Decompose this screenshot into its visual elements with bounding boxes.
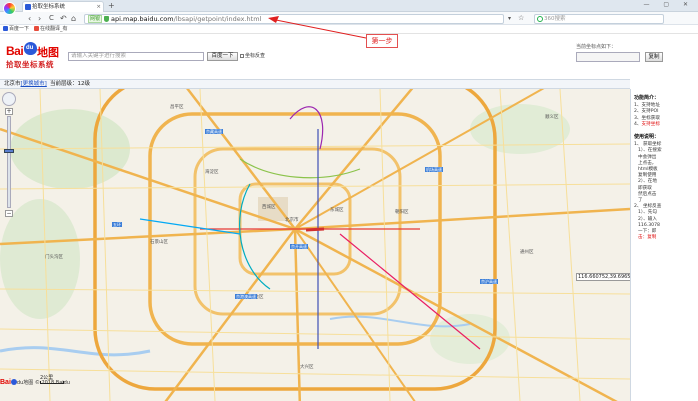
map-info-bar: 北京市[更换城市] 当前层级：12级 xyxy=(0,79,630,89)
instructions-panel: 功能简介： 1、支持地址 2、支持POI 3、坐标获取 4、支持坐标 使用说明：… xyxy=(630,89,698,401)
road-tag: 机场高速 xyxy=(425,167,443,172)
map-logo-map: 地图 xyxy=(23,380,34,386)
copy-button[interactable]: 复制 xyxy=(645,52,663,62)
shield-icon xyxy=(104,16,110,22)
reverse-lookup-label: 坐标反查 xyxy=(245,53,266,59)
feature-title: 功能简介： xyxy=(634,95,660,101)
map-logo-bai: Bai xyxy=(0,379,11,386)
360-search-icon xyxy=(537,16,543,22)
copyright-text: © 2018 Baidu xyxy=(34,380,70,386)
browser-logo-icon[interactable] xyxy=(3,2,16,15)
map-roads xyxy=(0,89,630,401)
undo-close-button[interactable]: ↶ xyxy=(60,13,67,24)
bookmark-item[interactable]: 百度一下 xyxy=(3,25,29,33)
secure-badge: 网银 xyxy=(88,15,103,23)
zoom-out-button[interactable]: − xyxy=(5,210,13,217)
address-bar[interactable]: 网银 api.map.baidu.com/lbsapi/getpoint/inde… xyxy=(84,14,504,24)
switch-city-link[interactable]: [更换城市] xyxy=(21,81,47,87)
zoom-slider-handle[interactable] xyxy=(4,149,14,154)
close-tab-icon[interactable]: × xyxy=(96,2,101,12)
baidu-logo-text[interactable]: Bai xyxy=(6,44,24,58)
translate-bookmark-icon xyxy=(34,26,39,31)
current-coord-label: 当前坐标点如下： xyxy=(576,44,617,50)
page-title: 拾取坐标系统 xyxy=(6,60,54,69)
search-engine-input[interactable]: 360搜索 xyxy=(534,14,664,24)
zoom-control: + − xyxy=(2,92,16,220)
usage-title: 使用说明： xyxy=(634,134,660,141)
search-placeholder: 360搜索 xyxy=(544,16,566,22)
baidu-favicon-icon xyxy=(25,4,31,10)
back-button[interactable]: ‹ xyxy=(28,13,31,24)
bookmark-star-icon[interactable]: ☆ xyxy=(518,13,524,24)
zoom-in-button[interactable]: + xyxy=(5,108,13,115)
bookmark-label: 在线翻译_有 xyxy=(40,26,68,32)
usage-list: 1、 获取坐标 1）、在搜索 中会弹出 上点击， html模板 复制使用 2）、在地 即获取然… xyxy=(634,142,698,241)
usage-item: 击：复制 xyxy=(638,235,657,241)
pan-control[interactable] xyxy=(2,92,16,106)
keyword-search-input[interactable]: 请输入关键字进行搜索 xyxy=(68,52,204,61)
reverse-lookup-checkbox[interactable]: 坐标反查 xyxy=(240,52,265,61)
road-tag: 五环 xyxy=(112,222,122,227)
checkbox-icon xyxy=(240,54,244,58)
cursor-coordinate-readout: 116.660752,39.696552 xyxy=(576,273,630,281)
road-tag: 京沪高速 xyxy=(480,279,498,284)
logo-du-text: du xyxy=(26,45,34,51)
road-tag: 京开高速 xyxy=(290,244,308,249)
tab-pick-coordinate[interactable]: 拾取坐标系统 × xyxy=(22,1,104,12)
search-button[interactable]: 百度一下 xyxy=(207,52,238,61)
zoom-level-text: 当前层级：12级 xyxy=(50,81,90,87)
bookmark-item[interactable]: 在线翻译_有 xyxy=(34,25,68,33)
navigation-bar: ‹ › C ↶ ⌂ 网银 api.map.baidu.com/lbsapi/get… xyxy=(0,12,698,25)
logo-map-text: 地图 xyxy=(37,46,59,59)
baidu-bookmark-icon xyxy=(3,26,8,31)
coordinate-output-field[interactable] xyxy=(576,52,640,62)
road-tag: 京藏高速 xyxy=(205,129,223,134)
map-logo: Bai du地图 © 2018 Baidu xyxy=(0,379,70,387)
tab-title: 拾取坐标系统 xyxy=(32,4,66,10)
reload-button[interactable]: C xyxy=(49,13,54,24)
current-city: 北京市[更换城市] xyxy=(4,80,47,88)
step-one-callout: 第一步 xyxy=(366,34,398,48)
new-tab-button[interactable]: + xyxy=(108,0,115,11)
city-name: 北京市 xyxy=(4,81,21,87)
home-button[interactable]: ⌂ xyxy=(71,13,76,24)
window-controls[interactable]: — ▢ ✕ xyxy=(643,1,694,8)
url-host: api.map.baidu.com xyxy=(111,15,174,23)
bookmarks-bar: 百度一下 在线翻译_有 xyxy=(0,25,698,34)
map-canvas[interactable]: 北京市 丰台区 海淀区 朝阳区 东城区 西城区 大兴区 通州区 石景山区 门头沟… xyxy=(0,89,630,401)
zoom-slider-track[interactable] xyxy=(7,116,11,208)
url-path: /lbsapi/getpoint/index.html xyxy=(173,15,262,23)
address-dropdown-icon[interactable]: ▾ xyxy=(508,13,511,24)
road-tag: 京港澳高速 xyxy=(235,294,257,299)
forward-button[interactable]: › xyxy=(38,13,41,24)
browser-tab-bar: 拾取坐标系统 × + — ▢ ✕ xyxy=(0,0,698,12)
bookmark-label: 百度一下 xyxy=(9,26,30,32)
baidu-paw-icon[interactable]: du xyxy=(24,42,37,55)
